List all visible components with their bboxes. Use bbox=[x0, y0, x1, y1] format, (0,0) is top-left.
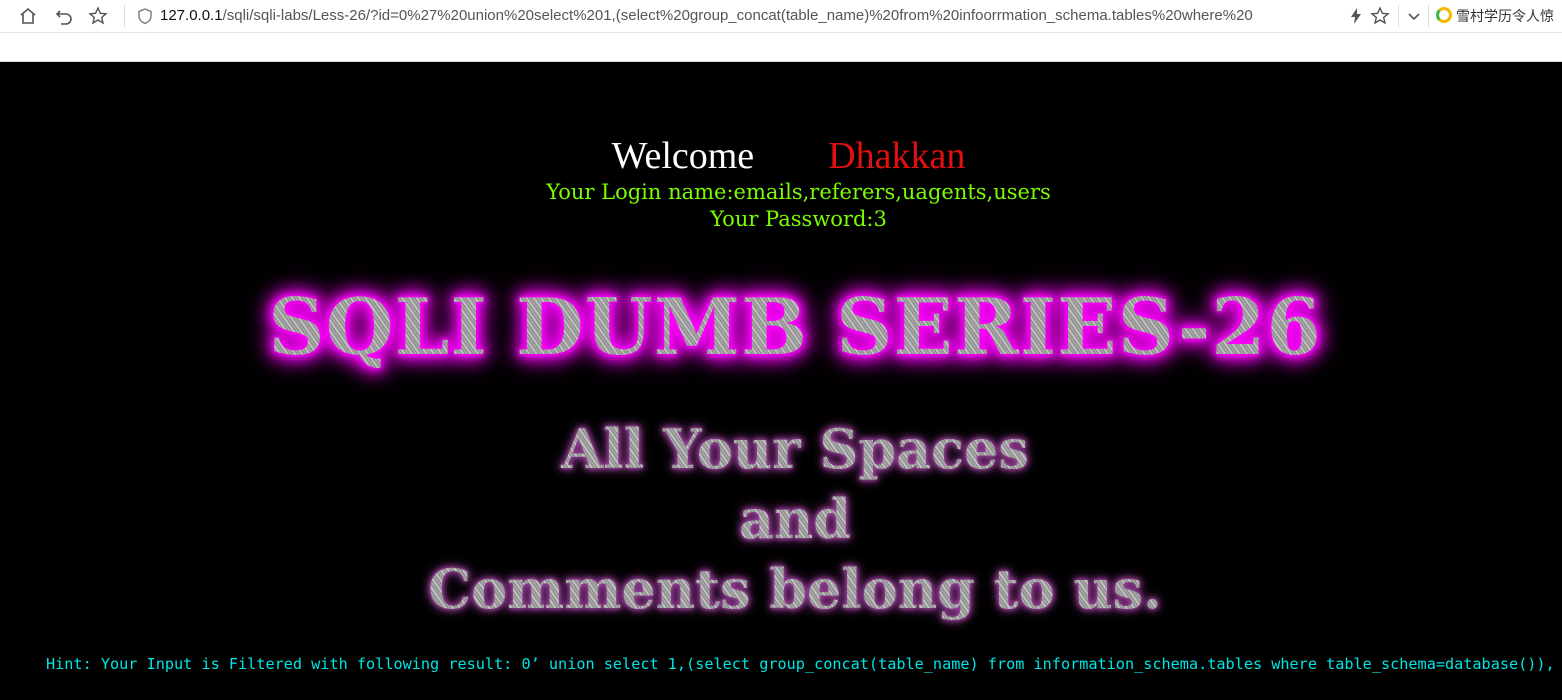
toolbar-divider bbox=[1398, 5, 1399, 27]
slogan-line-2: and bbox=[0, 484, 1562, 554]
toolbar-divider bbox=[124, 5, 125, 27]
page-content: Welcome Dhakkan Your Login name:emails,re… bbox=[0, 62, 1562, 700]
shield-icon bbox=[138, 8, 152, 25]
user-name: Dhakkan bbox=[828, 135, 966, 177]
back-undo-icon[interactable] bbox=[50, 2, 78, 30]
password-line: Your Password:3 bbox=[710, 207, 887, 231]
bookmark-star-icon[interactable] bbox=[84, 2, 112, 30]
welcome-line: Welcome Dhakkan bbox=[0, 134, 1562, 178]
slogan-line-3: Comments belong to us. bbox=[0, 554, 1562, 624]
favorite-star-icon[interactable] bbox=[1366, 2, 1394, 30]
bookmarks-bar bbox=[0, 33, 1562, 62]
side-search-text: 雪村学历令人惊 bbox=[1456, 8, 1554, 24]
browser-toolbar: 127.0.0.1/sqli/sqli-labs/Less-26/?id=0%2… bbox=[0, 0, 1562, 33]
slogan-line-1: All Your Spaces bbox=[0, 414, 1562, 484]
chevron-down-icon[interactable] bbox=[1400, 2, 1428, 30]
series-title: SQLI DUMB SERIES-26 bbox=[0, 280, 1562, 376]
welcome-text: Welcome bbox=[611, 135, 755, 177]
url-host: 127.0.0.1 bbox=[160, 7, 223, 24]
side-search-box[interactable]: 雪村学历令人惊 bbox=[1436, 4, 1562, 28]
home-icon[interactable] bbox=[14, 2, 42, 30]
toolbar-divider bbox=[1428, 5, 1429, 27]
search-engine-icon bbox=[1436, 7, 1452, 23]
url-path: /sqli/sqli-labs/Less-26/?id=0%27%20union… bbox=[222, 7, 1253, 24]
filter-hint: Hint: Your Input is Filtered with follow… bbox=[46, 655, 1556, 673]
address-bar[interactable]: 127.0.0.1/sqli/sqli-labs/Less-26/?id=0%2… bbox=[160, 4, 1360, 28]
login-name-line: Your Login name:emails,referers,uagents,… bbox=[546, 180, 1051, 204]
